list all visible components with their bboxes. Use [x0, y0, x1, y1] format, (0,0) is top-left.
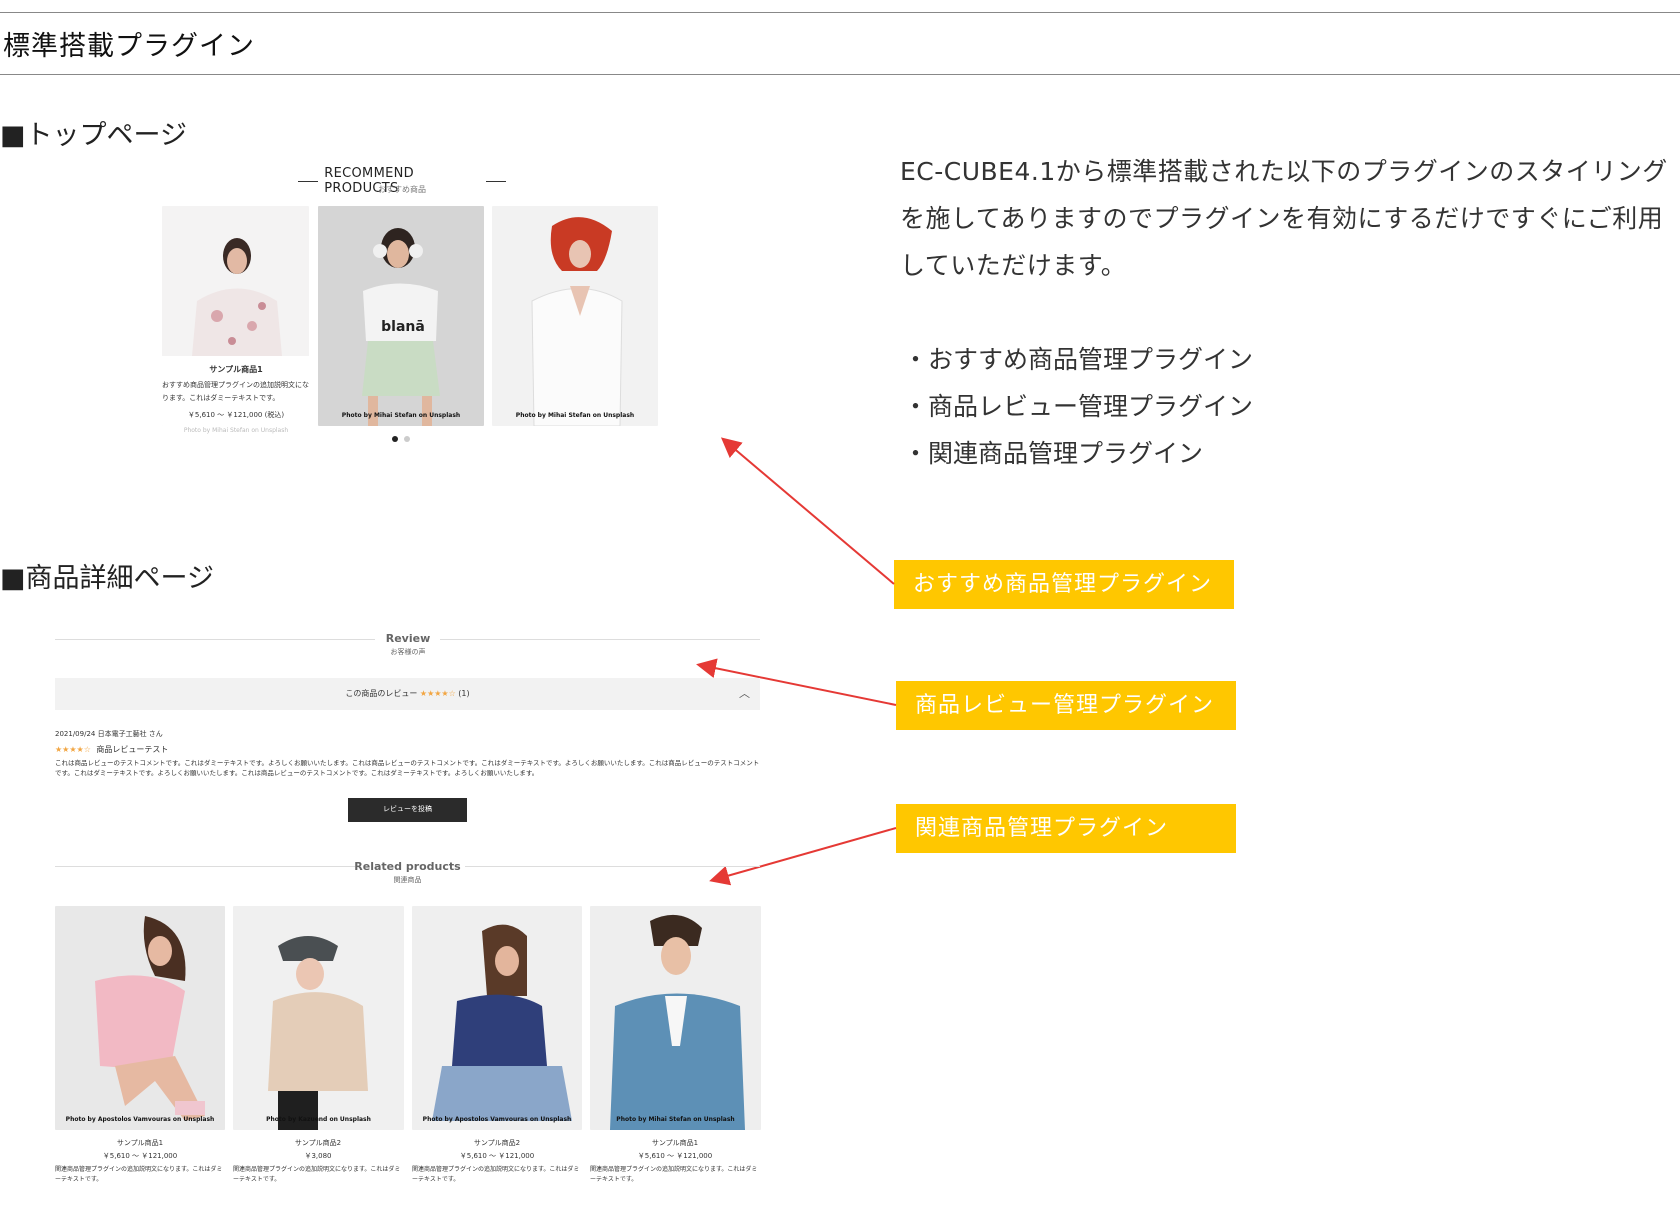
review-divider-right [440, 639, 760, 640]
post-review-button[interactable]: レビューを投稿 [348, 798, 467, 822]
related-product-4-image[interactable]: Photo by Mihai Stefan on Unsplash [590, 906, 761, 1130]
related-product-3-image[interactable]: Photo by Apostolos Vamvouras on Unsplash [412, 906, 582, 1130]
model-photo-related-4 [590, 906, 761, 1130]
model-photo-related-2 [233, 906, 404, 1130]
photo-credit: Photo by Apostolos Vamvouras on Unsplash [422, 1116, 572, 1123]
review-bar-label: この商品のレビュー ★★★★☆ (1) [55, 688, 760, 699]
product-description: 関連商品管理プラグインの追加説明文になります。これはダミーテキストです。 [590, 1166, 758, 1183]
product-name[interactable]: サンプル商品1 [55, 1137, 225, 1150]
related-product-4-info: サンプル商品1 ￥5,610 ～ ￥121,000 関連商品管理プラグインの追加… [590, 1137, 760, 1185]
review-bar-text: この商品のレビュー [345, 689, 418, 698]
model-photo-related-1 [55, 906, 225, 1130]
photo-credit: Photo by Mihai Stefan on Unsplash [616, 1116, 735, 1123]
product-name[interactable]: サンプル商品1 [590, 1137, 760, 1150]
product-description: 関連商品管理プラグインの追加説明文になります。これはダミーテキストです。 [55, 1166, 223, 1183]
rating-stars: ★★★★☆ [419, 689, 456, 698]
related-divider-left [55, 866, 355, 867]
related-divider-right [465, 866, 760, 867]
review-headline: ★★★★☆ 商品レビューテスト [55, 744, 168, 755]
product-price: ￥5,610 ～ ￥121,000 [459, 1152, 535, 1160]
product-price: ￥5,610 ～ ￥121,000 [637, 1152, 713, 1160]
chevron-up-icon[interactable]: ︿ [739, 685, 750, 701]
arrow-related [709, 827, 897, 886]
product-name[interactable]: サンプル商品2 [233, 1137, 403, 1150]
related-product-2-info: サンプル商品2 ￥3,080 関連商品管理プラグインの追加説明文になります。これ… [233, 1137, 403, 1185]
related-product-1-image[interactable]: Photo by Apostolos Vamvouras on Unsplash [55, 906, 225, 1130]
related-product-1-info: サンプル商品1 ￥5,610 ～ ￥121,000 関連商品管理プラグインの追加… [55, 1137, 225, 1185]
product-price: ￥3,080 [304, 1152, 332, 1160]
product-description: 関連商品管理プラグインの追加説明文になります。これはダミーテキストです。 [233, 1166, 401, 1183]
review-subtitle: お客様の声 [390, 648, 426, 656]
related-product-3-info: サンプル商品2 ￥5,610 ～ ￥121,000 関連商品管理プラグインの追加… [412, 1137, 582, 1185]
rating-stars: ★★★★☆ [55, 745, 91, 754]
product-name[interactable]: サンプル商品2 [412, 1137, 582, 1150]
model-photo-related-3 [412, 906, 582, 1130]
product-description: 関連商品管理プラグインの追加説明文になります。これはダミーテキストです。 [412, 1166, 580, 1183]
related-subtitle: 関連商品 [393, 876, 422, 884]
related-title: Related products [354, 860, 461, 873]
review-date-author: 2021/09/24 日本電子工藝社 さん [55, 730, 163, 738]
review-divider-left [55, 639, 375, 640]
review-title: Review [385, 632, 431, 645]
review-body: これは商品レビューのテストコメントです。これはダミーテキストです。よろしくお願い… [55, 759, 760, 777]
arrow-recommend [720, 437, 895, 585]
review-accordion-header[interactable]: この商品のレビュー ★★★★☆ (1) ︿ [55, 678, 760, 710]
photo-credit: Photo by Apostolos Vamvouras on Unsplash [65, 1116, 215, 1123]
product-price: ￥5,610 ～ ￥121,000 [102, 1152, 178, 1160]
photo-credit: Photo by Kazuend on Unsplash [266, 1116, 371, 1123]
review-title-text: 商品レビューテスト [96, 745, 169, 754]
review-count: (1) [458, 689, 470, 698]
related-product-2-image[interactable]: Photo by Kazuend on Unsplash [233, 906, 404, 1130]
